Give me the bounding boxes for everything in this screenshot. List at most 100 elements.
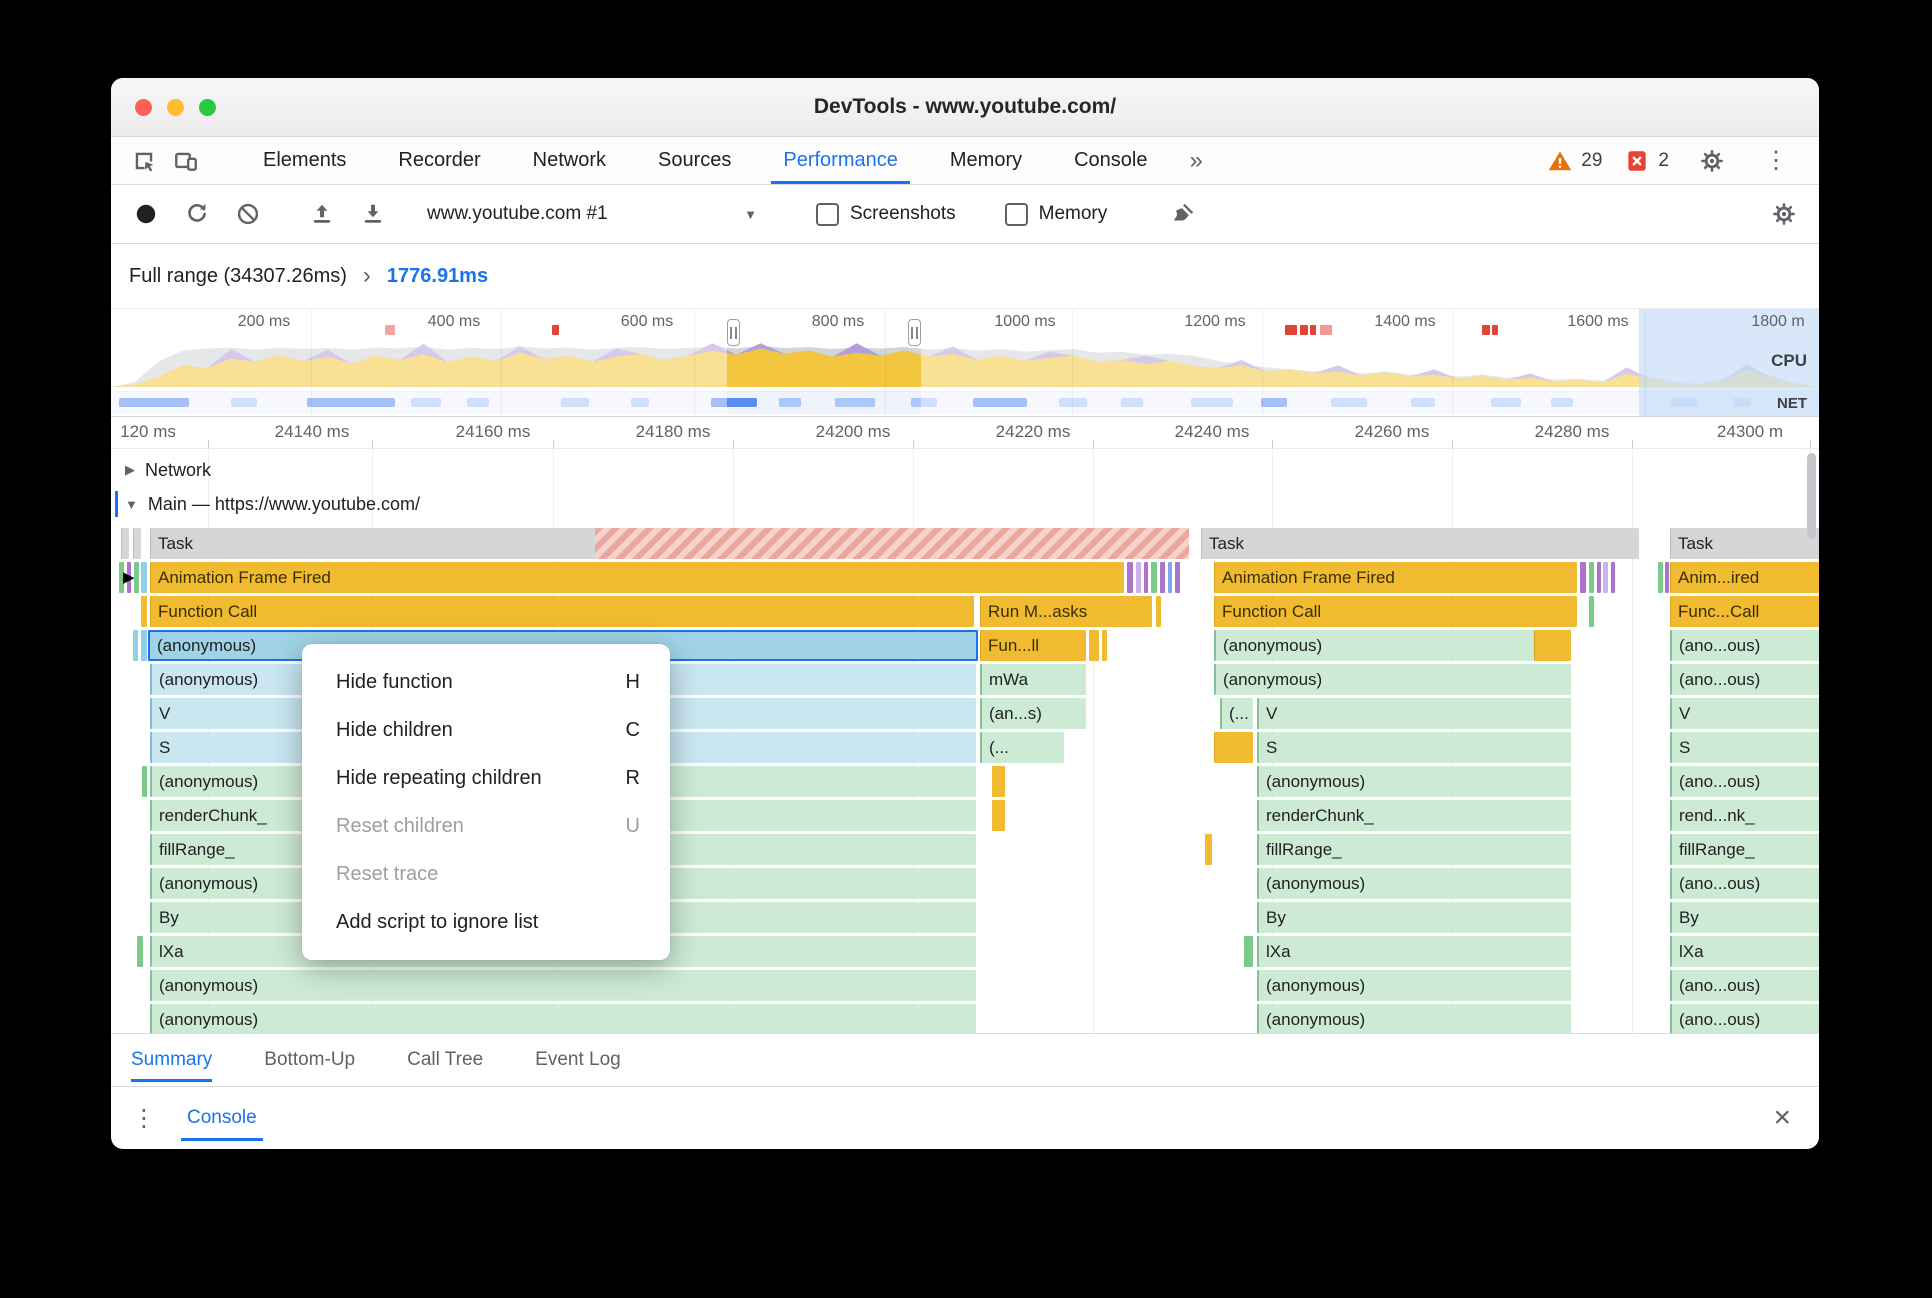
flame-event[interactable]: [1136, 562, 1141, 593]
flame-event[interactable]: Task: [1201, 528, 1639, 559]
profile-history-select[interactable]: www.youtube.com #1 ▼: [417, 203, 767, 225]
flame-event[interactable]: (anonymous): [1257, 868, 1571, 899]
details-tab-event-log[interactable]: Event Log: [535, 1034, 621, 1086]
flame-event[interactable]: S: [1670, 732, 1819, 763]
flame-event[interactable]: By: [1670, 902, 1819, 933]
flame-event[interactable]: [137, 936, 143, 967]
flame-event[interactable]: [133, 528, 141, 559]
flame-event[interactable]: (anonymous): [1214, 630, 1571, 661]
tab-network[interactable]: Network: [507, 137, 632, 184]
load-profile-button[interactable]: [301, 194, 343, 234]
memory-toggle[interactable]: Memory: [1004, 202, 1107, 226]
flame-event[interactable]: (anonymous): [150, 1004, 976, 1033]
context-menu-item-add-script-to-ignore-list[interactable]: Add script to ignore list: [302, 898, 670, 946]
flame-event[interactable]: [1589, 596, 1594, 627]
flame-event[interactable]: By: [1257, 902, 1571, 933]
flame-event[interactable]: [1151, 562, 1157, 593]
flame-event[interactable]: [1597, 562, 1601, 593]
tab-memory[interactable]: Memory: [924, 137, 1048, 184]
context-menu-item-hide-repeating-children[interactable]: Hide repeating children R: [302, 754, 670, 802]
flame-event[interactable]: [142, 766, 147, 797]
main-track-toggle[interactable]: ▼ Main — https://www.youtube.com/: [125, 491, 420, 517]
flame-event[interactable]: rend...nk_: [1670, 800, 1819, 831]
save-profile-button[interactable]: [352, 194, 394, 234]
customize-devtools-button[interactable]: ⋮: [1755, 141, 1797, 181]
flame-event[interactable]: (ano...ous): [1670, 970, 1819, 1001]
warnings-badge[interactable]: 29: [1547, 148, 1602, 174]
screenshots-toggle[interactable]: Screenshots: [816, 202, 956, 226]
flame-event[interactable]: [133, 630, 138, 661]
selected-range-crumb[interactable]: 1776.91ms: [387, 265, 488, 288]
flame-event[interactable]: [1205, 834, 1212, 865]
details-tab-bottom-up[interactable]: Bottom-Up: [264, 1034, 355, 1086]
flame-event[interactable]: [1144, 562, 1148, 593]
flame-event[interactable]: [1102, 630, 1107, 661]
more-tabs-button[interactable]: »: [1174, 147, 1219, 175]
flame-event[interactable]: [1665, 562, 1669, 593]
flame-event[interactable]: [1127, 562, 1133, 593]
flame-event[interactable]: renderChunk_: [1257, 800, 1571, 831]
flame-event[interactable]: (anonymous): [150, 970, 976, 1001]
flame-event[interactable]: (anonymous): [1257, 1004, 1571, 1033]
vertical-scrollbar-thumb[interactable]: [1807, 453, 1816, 539]
close-window-button[interactable]: [135, 98, 152, 116]
flame-event[interactable]: [1611, 562, 1615, 593]
record-button[interactable]: [125, 194, 167, 234]
context-menu-item-hide-function[interactable]: Hide function H: [302, 658, 670, 706]
flame-event[interactable]: (anonymous): [1257, 766, 1571, 797]
flame-event[interactable]: [1214, 732, 1253, 763]
device-toolbar-button[interactable]: [165, 141, 207, 181]
tab-elements[interactable]: Elements: [237, 137, 372, 184]
flame-event[interactable]: [1156, 596, 1161, 627]
settings-button[interactable]: [1691, 141, 1733, 181]
flame-event[interactable]: Func...Call: [1670, 596, 1819, 627]
drawer-menu-button[interactable]: ⋮: [127, 1104, 161, 1133]
capture-settings-button[interactable]: [1763, 194, 1805, 234]
record-and-reload-button[interactable]: [176, 194, 218, 234]
flame-event[interactable]: Function Call: [1214, 596, 1577, 627]
flame-event[interactable]: [1089, 630, 1099, 661]
context-menu-item-hide-children[interactable]: Hide children C: [302, 706, 670, 754]
flame-event[interactable]: lXa: [1670, 936, 1819, 967]
flame-event[interactable]: Run M...asks: [980, 596, 1152, 627]
flame-event[interactable]: Animation Frame Fired: [150, 562, 1124, 593]
flame-event[interactable]: (anonymous): [1214, 664, 1571, 695]
tab-sources[interactable]: Sources: [632, 137, 757, 184]
flame-event[interactable]: Function Call: [150, 596, 974, 627]
flame-event[interactable]: Fun...ll: [980, 630, 1086, 661]
flame-event[interactable]: V: [1670, 698, 1819, 729]
flame-event[interactable]: [1658, 562, 1663, 593]
flame-event[interactable]: lXa: [1257, 936, 1571, 967]
flame-event[interactable]: [1244, 936, 1253, 967]
flame-event[interactable]: (anonymous): [1257, 970, 1571, 1001]
flame-event[interactable]: Task: [1670, 528, 1819, 559]
flame-event[interactable]: [1603, 562, 1608, 593]
flame-event[interactable]: mWa: [980, 664, 1086, 695]
flame-event[interactable]: [1589, 562, 1594, 593]
zoom-window-button[interactable]: [199, 98, 216, 116]
window-resize-handle-right[interactable]: [908, 319, 921, 346]
network-track-toggle[interactable]: ▶ Network: [125, 457, 211, 483]
flame-event[interactable]: (ano...ous): [1670, 630, 1819, 661]
flame-event[interactable]: [992, 800, 1005, 831]
flame-event[interactable]: fillRange_: [1257, 834, 1571, 865]
flame-event[interactable]: [992, 766, 1005, 797]
flame-event[interactable]: [595, 528, 1189, 559]
flame-event[interactable]: V: [1257, 698, 1571, 729]
tab-recorder[interactable]: Recorder: [372, 137, 506, 184]
flame-event[interactable]: (an...s): [980, 698, 1086, 729]
flame-event[interactable]: [1534, 630, 1571, 661]
collect-garbage-button[interactable]: [1162, 194, 1204, 234]
flame-event[interactable]: (ano...ous): [1670, 766, 1819, 797]
flame-event[interactable]: [1175, 562, 1180, 593]
inspect-element-button[interactable]: [123, 141, 165, 181]
flame-event[interactable]: [1168, 562, 1172, 593]
window-resize-handle-left[interactable]: [727, 319, 740, 346]
flame-event[interactable]: (...: [980, 732, 1064, 763]
screenshots-checkbox[interactable]: [816, 202, 839, 226]
close-drawer-button[interactable]: ×: [1773, 1103, 1803, 1133]
minimize-window-button[interactable]: [167, 98, 184, 116]
flame-event[interactable]: ▶: [123, 562, 143, 593]
flame-event[interactable]: [1160, 562, 1165, 593]
overview-track[interactable]: CPU NET 200 ms 400 ms 600 ms 800 ms 1000 ms 1…: [111, 309, 1819, 417]
